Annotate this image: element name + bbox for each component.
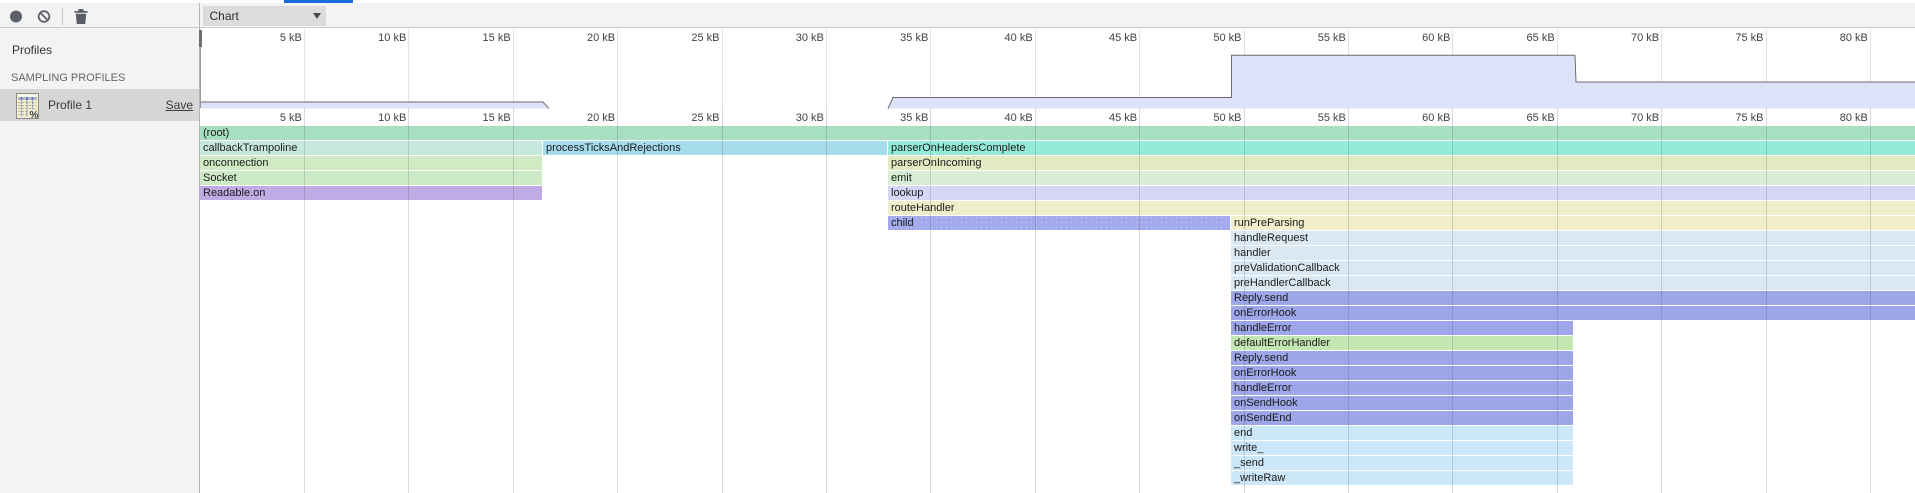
svg-text:%: %: [30, 110, 39, 119]
